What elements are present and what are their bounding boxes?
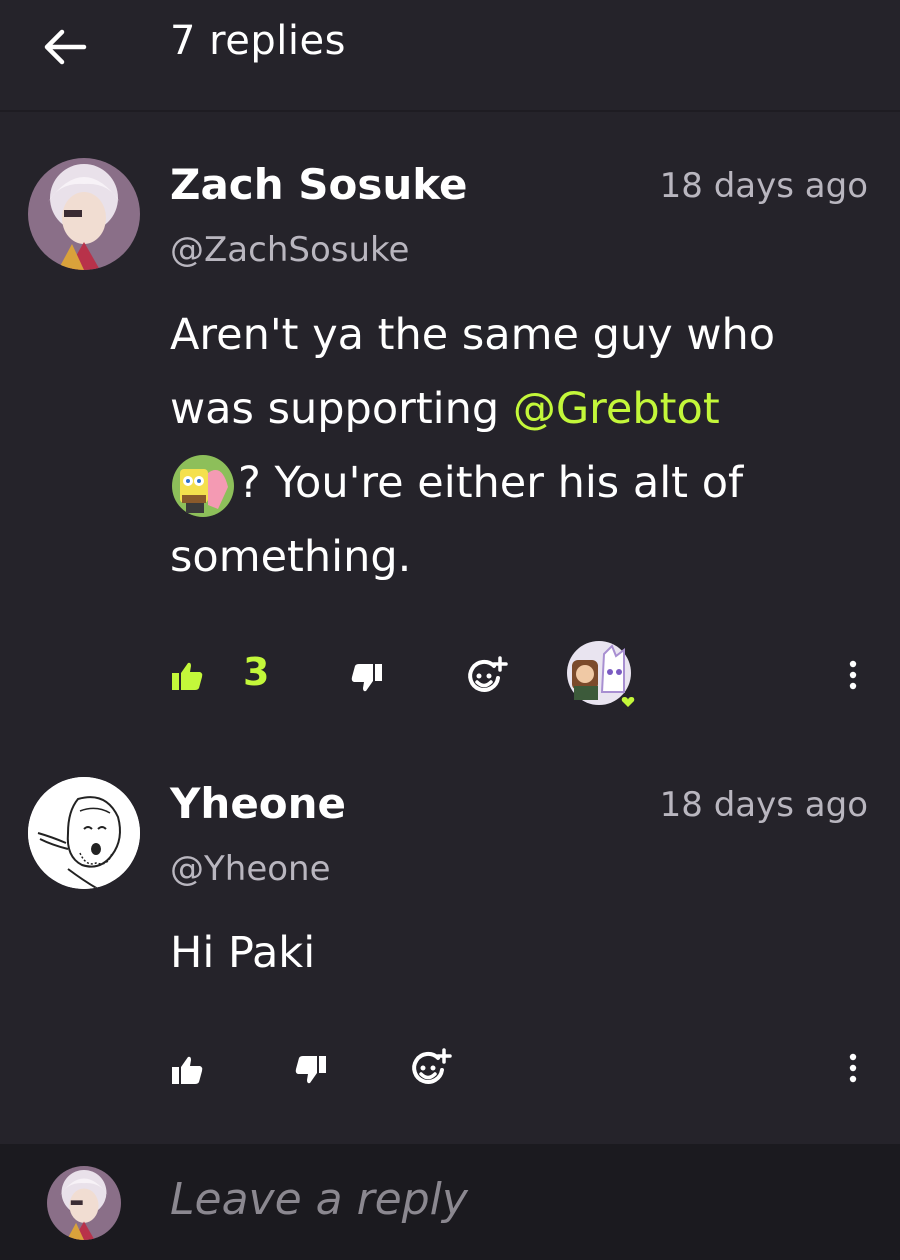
like-button[interactable] <box>170 1054 204 1090</box>
avatar <box>47 1166 121 1240</box>
more-options-icon[interactable] <box>846 1053 860 1087</box>
avatar[interactable] <box>28 777 140 889</box>
reply-input[interactable]: Leave a reply <box>170 1174 468 1225</box>
comment-timestamp: 18 days ago <box>659 785 868 825</box>
dislike-button[interactable] <box>294 1054 328 1090</box>
comment: Yheone 18 days ago @Yheone Hi Paki <box>0 0 900 1140</box>
thumbs-up-icon <box>172 1056 203 1084</box>
comment-username[interactable]: Yheone <box>170 779 346 828</box>
add-emoji-icon <box>412 1048 452 1084</box>
thumbs-down-icon <box>295 1056 326 1084</box>
comment-handle[interactable]: @Yheone <box>170 849 331 889</box>
comment-text: Hi Paki <box>170 928 316 978</box>
reply-bar: Leave a reply <box>0 1144 900 1260</box>
add-reaction-button[interactable] <box>410 1048 452 1092</box>
